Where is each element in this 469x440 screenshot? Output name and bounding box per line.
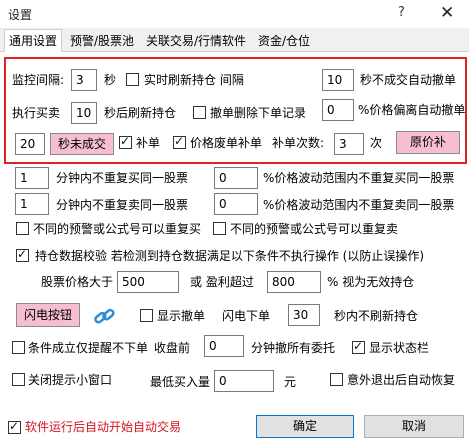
ok-button[interactable]: 确定 bbox=[256, 415, 354, 438]
profit-input[interactable]: 800 bbox=[267, 271, 321, 293]
before-close-input[interactable]: 0 bbox=[204, 335, 244, 357]
close-popup-label: 关闭提示小窗口 bbox=[28, 373, 113, 387]
unfilled-cancel-input[interactable]: 10 bbox=[322, 69, 354, 91]
price-gt-label: 股票价格大于 bbox=[41, 275, 114, 289]
flash-button[interactable]: 闪电按钮 bbox=[16, 303, 80, 327]
original-price-button[interactable]: 原价补 bbox=[396, 131, 460, 154]
min-buy-input[interactable]: 0 bbox=[214, 370, 274, 392]
sell-dedup-minutes-input[interactable]: 1 bbox=[15, 193, 49, 215]
realtime-refresh-label: 实时刷新持仓 间隔 bbox=[144, 73, 244, 87]
resubmit-checkbox[interactable] bbox=[119, 134, 132, 149]
no-refresh-label: 秒内不刷新持仓 bbox=[334, 309, 419, 323]
buy-dedup-minutes-label: 分钟内不重复买同一股票 bbox=[56, 171, 189, 185]
buy-dedup-pct-label: %价格波动范围内不重复买同一股票 bbox=[263, 171, 455, 185]
sell-dedup-pct-label: %价格波动范围内不重复卖同一股票 bbox=[263, 198, 455, 212]
condition-remind-label: 条件成立仅提醒不下单 bbox=[28, 341, 149, 355]
resubmit-count-label: 补单次数: bbox=[272, 136, 325, 150]
unfilled-seconds-button[interactable]: 秒未成交 bbox=[50, 133, 114, 155]
window-title: 设置 bbox=[8, 8, 33, 22]
show-status-checkbox[interactable] bbox=[352, 339, 365, 354]
sell-dedup-minutes-label: 分钟内不重复卖同一股票 bbox=[56, 198, 189, 212]
deviation-input[interactable]: 0 bbox=[322, 99, 354, 121]
diff-alert-buy-checkbox[interactable] bbox=[16, 222, 29, 235]
position-check-label: 持仓数据校验 若检测到持仓数据满足以下条件不执行操作 (以防止误操作) bbox=[35, 249, 424, 263]
resubmit-label: 补单 bbox=[136, 136, 161, 150]
position-check-checkbox[interactable] bbox=[16, 247, 29, 262]
profit-unit-label: % 视为无效持仓 bbox=[327, 275, 415, 289]
diff-alert-sell-label: 不同的预警或公式号可以重复卖 bbox=[230, 222, 399, 236]
no-refresh-input[interactable]: 30 bbox=[288, 304, 320, 326]
diff-alert-buy-label: 不同的预警或公式号可以重复买 bbox=[33, 222, 202, 236]
before-close-label: 收盘前 bbox=[154, 341, 191, 355]
close-popup-checkbox[interactable] bbox=[12, 373, 25, 386]
auto-recover-label: 意外退出后自动恢复 bbox=[347, 373, 456, 387]
unfilled-cancel-label: 秒不成交自动撤单 bbox=[360, 73, 457, 87]
condition-remind-checkbox[interactable] bbox=[12, 341, 25, 354]
monitor-interval-unit: 秒 bbox=[104, 73, 117, 87]
tab-funds-position[interactable]: 资金/仓位 bbox=[258, 32, 310, 49]
show-cancel-checkbox[interactable] bbox=[140, 309, 153, 322]
resubmit-seconds-input[interactable]: 20 bbox=[15, 133, 45, 155]
or-profit-label: 或 盈利超过 bbox=[190, 275, 254, 289]
cancel-all-label: 分钟撤所有委托 bbox=[251, 341, 336, 355]
delete-cancel-checkbox[interactable] bbox=[193, 106, 206, 119]
buy-dedup-pct-input[interactable]: 0 bbox=[214, 167, 258, 189]
price-gt-input[interactable]: 500 bbox=[117, 271, 179, 293]
resubmit-count-input[interactable]: 3 bbox=[334, 133, 364, 155]
link-icon[interactable] bbox=[93, 307, 117, 327]
deviation-label: %价格偏离自动撤单 bbox=[358, 103, 466, 117]
diff-alert-sell-checkbox[interactable] bbox=[213, 222, 226, 235]
help-icon[interactable]: ? bbox=[398, 5, 405, 20]
auto-recover-checkbox[interactable] bbox=[330, 373, 343, 386]
min-buy-unit: 元 bbox=[284, 375, 297, 389]
tab-linked-trading[interactable]: 关联交易/行情软件 bbox=[146, 32, 246, 49]
auto-start-label: 软件运行后自动开始自动交易 bbox=[25, 420, 182, 434]
cancel-button[interactable]: 取消 bbox=[364, 415, 464, 438]
title-bar: 设置 ? ✕ bbox=[0, 0, 469, 28]
close-icon[interactable]: ✕ bbox=[440, 3, 454, 23]
sell-dedup-pct-input[interactable]: 0 bbox=[214, 193, 258, 215]
realtime-refresh-checkbox[interactable] bbox=[126, 73, 139, 86]
monitor-interval-input[interactable]: 3 bbox=[71, 69, 97, 91]
exec-label: 执行买卖 bbox=[12, 106, 61, 120]
flash-order-label: 闪电下单 bbox=[222, 309, 271, 323]
delete-cancel-label: 撤单删除下单记录 bbox=[210, 106, 307, 120]
auto-start-checkbox[interactable] bbox=[8, 419, 21, 434]
price-invalid-resubmit-label: 价格废单补单 bbox=[190, 136, 263, 150]
price-invalid-resubmit-checkbox[interactable] bbox=[173, 134, 186, 149]
show-status-label: 显示状态栏 bbox=[369, 341, 430, 355]
buy-dedup-minutes-input[interactable]: 1 bbox=[15, 167, 49, 189]
refresh-after-input[interactable]: 10 bbox=[71, 102, 97, 124]
min-buy-label: 最低买入量 bbox=[150, 375, 211, 389]
tab-alert-pool[interactable]: 预警/股票池 bbox=[70, 32, 134, 49]
show-cancel-label: 显示撤单 bbox=[157, 309, 206, 323]
resubmit-count-unit: 次 bbox=[370, 136, 383, 150]
tab-strip: 通用设置 预警/股票池 关联交易/行情软件 资金/仓位 bbox=[0, 28, 469, 53]
tab-general[interactable]: 通用设置 bbox=[4, 29, 63, 53]
monitor-interval-label: 监控间隔: bbox=[12, 73, 65, 87]
refresh-after-label: 秒后刷新持仓 bbox=[104, 106, 177, 120]
